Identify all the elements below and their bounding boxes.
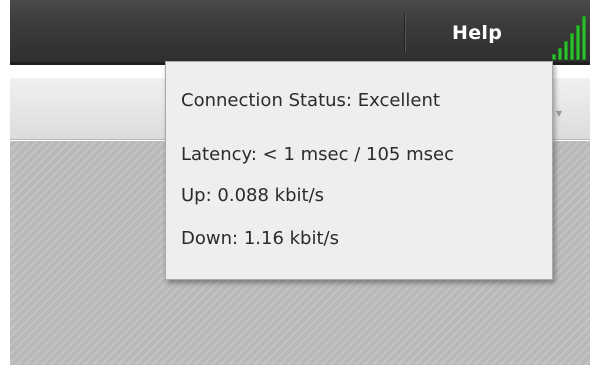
help-menu[interactable]: Help bbox=[452, 22, 502, 44]
latency-label: Latency: bbox=[181, 144, 257, 165]
signal-bar bbox=[576, 25, 580, 60]
connection-status-value: Excellent bbox=[357, 90, 440, 111]
chevron-down-icon[interactable]: ▾ bbox=[556, 106, 562, 120]
connection-status-popup: Connection Status: Excellent Latency: < … bbox=[165, 61, 553, 280]
upload-value: 0.088 kbit/s bbox=[217, 185, 325, 206]
upload-row: Up: 0.088 kbit/s bbox=[181, 185, 324, 206]
latency-value: < 1 msec / 105 msec bbox=[262, 144, 454, 165]
signal-strength-icon[interactable] bbox=[550, 16, 590, 60]
signal-bar bbox=[558, 48, 562, 60]
signal-bar bbox=[552, 54, 556, 60]
app-window: Help ▾ Connection Status: Excellent Late… bbox=[10, 0, 590, 365]
connection-status-label: Connection Status: bbox=[181, 90, 352, 111]
connection-status-row: Connection Status: Excellent bbox=[181, 90, 440, 111]
latency-row: Latency: < 1 msec / 105 msec bbox=[181, 144, 454, 165]
download-label: Down: bbox=[181, 228, 239, 249]
signal-bar bbox=[582, 16, 586, 60]
menu-bar: Help bbox=[10, 0, 590, 65]
screenshot-frame: Help ▾ Connection Status: Excellent Late… bbox=[0, 0, 590, 365]
menu-divider bbox=[404, 14, 405, 52]
upload-label: Up: bbox=[181, 185, 212, 206]
signal-bar bbox=[570, 33, 574, 60]
download-row: Down: 1.16 kbit/s bbox=[181, 228, 339, 249]
download-value: 1.16 kbit/s bbox=[243, 228, 339, 249]
signal-bar bbox=[564, 41, 568, 60]
